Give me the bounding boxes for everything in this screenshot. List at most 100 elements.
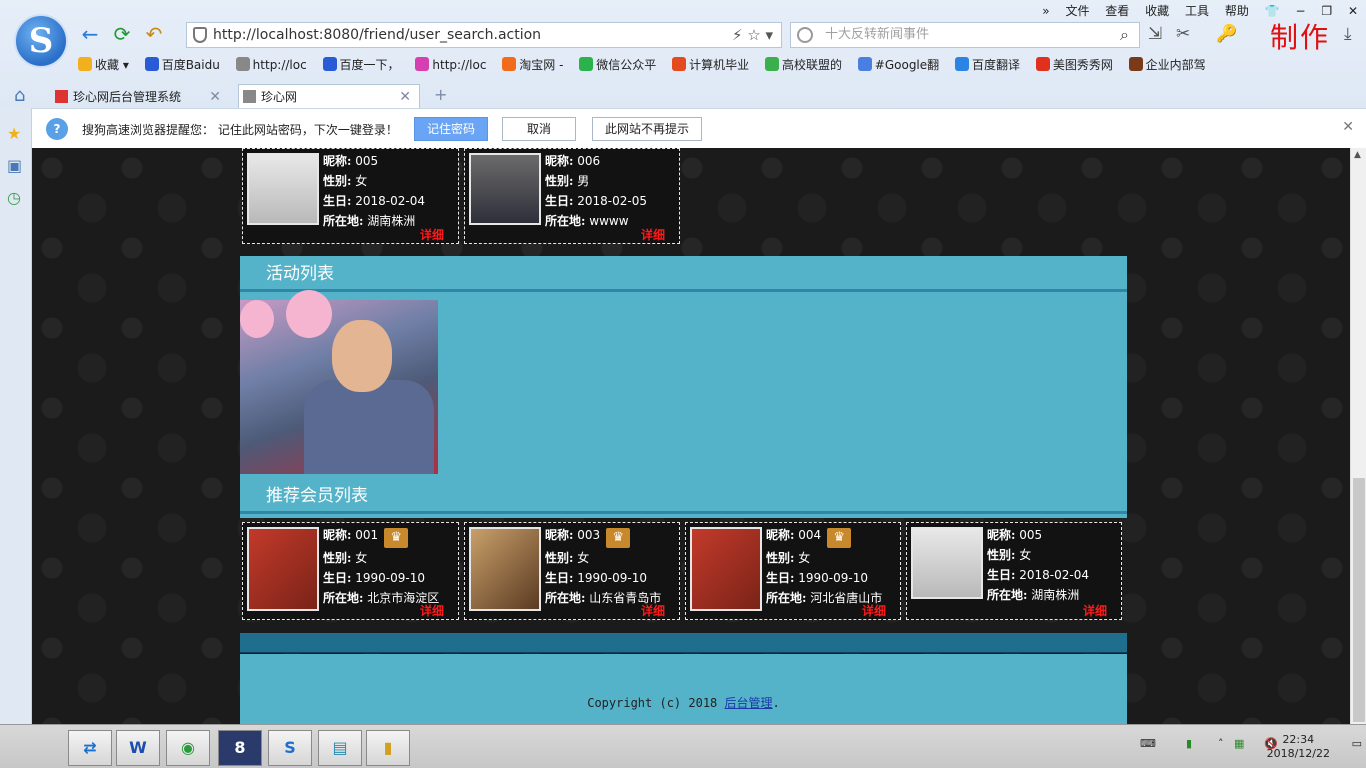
scissors-icon[interactable]: ✂ (1176, 24, 1190, 44)
remember-password-button[interactable]: 记住密码 (414, 117, 489, 141)
menu-tools[interactable]: 工具 (1185, 4, 1209, 18)
undo-icon[interactable]: ↶ (142, 22, 166, 46)
member-info: 昵称: 001 ♛ 性别: 女 生日: 1990-09-10 所在地: 北京市海淀… (323, 528, 440, 605)
menu-help[interactable]: 帮助 (1225, 4, 1249, 18)
page-favicon-icon (55, 90, 68, 103)
admin-link[interactable]: 后台管理 (725, 696, 773, 710)
vertical-scrollbar[interactable]: ▲ (1350, 148, 1366, 724)
battery-icon[interactable]: ▮ (1186, 737, 1192, 750)
search-icon[interactable]: ⌕ (1120, 23, 1129, 47)
menu-view[interactable]: 查看 (1105, 4, 1129, 18)
bookmark-item[interactable]: 计算机毕业 (672, 56, 749, 73)
notepad-icon[interactable]: ▤ (318, 730, 362, 766)
copyright-text: Copyright (c) 2018 (587, 696, 725, 710)
scroll-up-icon[interactable]: ▲ (1354, 150, 1361, 160)
cancel-button[interactable]: 取消 (502, 117, 576, 141)
network-icon[interactable]: ▦ (1234, 737, 1244, 750)
overlay-text: 制作 (1270, 21, 1331, 54)
detail-link[interactable]: 详细 (1083, 602, 1107, 619)
scroll-thumb[interactable] (1353, 478, 1365, 722)
sogou-search-icon (797, 27, 813, 43)
member-card[interactable]: 昵称: 004 ♛ 性别: 女 生日: 1990-09-10 所在地: 河北省唐山… (685, 522, 901, 620)
user-info: 昵称: 005 性别: 女 生日: 2018-02-04 所在地: 湖南株洲 (323, 154, 426, 228)
bookmark-item[interactable]: #Google翻 (857, 56, 939, 73)
user-card[interactable]: 昵称: 005 性别: 女 生日: 2018-02-04 所在地: 湖南株洲 详… (242, 148, 459, 244)
bookmark-item[interactable]: 高校联盟的 (764, 56, 842, 73)
clock-icon[interactable]: ◷ (7, 188, 21, 207)
tab-zhenxin[interactable]: 珍心网 ✕ (238, 84, 420, 108)
address-tools-icon[interactable]: ⚡ ☆ ▾ (732, 23, 773, 47)
refresh-icon[interactable]: ⟳ (110, 22, 134, 46)
sogou-browser-task-icon[interactable]: S (268, 730, 312, 766)
new-tab-icon[interactable]: + (434, 85, 447, 104)
back-arrow-icon[interactable]: ← (78, 22, 102, 46)
bookmark-item[interactable]: 美图秀秀网 (1035, 56, 1113, 73)
bookmark-item[interactable]: 百度Baidu (144, 56, 220, 73)
taskbar: ⇄ W ◉ 8 S ▤ ▮ ⌨ ▮ ˄ ▦ 🔇 22:34 2018/12/22… (0, 724, 1366, 768)
detail-link[interactable]: 详细 (862, 602, 886, 619)
clock-time: 22:34 (1282, 733, 1315, 746)
member-avatar[interactable] (247, 527, 319, 611)
member-card[interactable]: 昵称: 001 ♛ 性别: 女 生日: 1990-09-10 所在地: 北京市海淀… (242, 522, 459, 620)
member-avatar[interactable] (469, 527, 541, 611)
show-desktop-icon[interactable]: ▭ (1352, 737, 1362, 750)
extension-icon[interactable]: ⇲ (1148, 24, 1162, 44)
bookmark-item[interactable]: http://loc (235, 57, 307, 72)
close-icon[interactable]: ✕ (1342, 119, 1354, 135)
member-avatar[interactable] (911, 527, 983, 599)
detail-link[interactable]: 详细 (641, 602, 665, 619)
star-icon[interactable]: ★ (7, 124, 21, 143)
menu-more-icon[interactable]: » (1042, 4, 1049, 18)
footer-bar (240, 633, 1127, 653)
detail-link[interactable]: 详细 (420, 226, 444, 243)
tab-admin[interactable]: 珍心网后台管理系统 ✕ (50, 84, 230, 108)
activities-title: 活动列表 (240, 256, 1127, 292)
search-box[interactable]: 十大反转新闻事件 ⌕ (790, 22, 1140, 48)
bookmark-item[interactable]: 淘宝网 - (502, 56, 563, 73)
tray-expand-icon[interactable]: ˄ (1218, 737, 1224, 750)
eclipse-icon[interactable]: 8 (218, 730, 262, 766)
folder-icon[interactable]: ▮ (366, 730, 410, 766)
user-card[interactable]: 昵称: 006 性别: 男 生日: 2018-02-05 所在地: wwww 详… (464, 148, 680, 244)
bookmark-item[interactable]: 收藏 ▾ (78, 56, 129, 73)
user-info: 昵称: 006 性别: 男 生日: 2018-02-05 所在地: wwww (545, 154, 648, 228)
tab-label: 珍心网后台管理系统 (73, 90, 182, 104)
detail-link[interactable]: 详细 (641, 226, 665, 243)
close-tab-icon[interactable]: ✕ (399, 85, 411, 109)
member-card[interactable]: 昵称: 005 性别: 女 生日: 2018-02-04 所在地: 湖南株洲 详… (906, 522, 1122, 620)
key-icon[interactable]: 🔑 (1216, 24, 1237, 44)
balloon-shape (286, 290, 332, 338)
clock[interactable]: 22:34 2018/12/22 (1267, 733, 1330, 761)
reader-icon[interactable]: ▣ (7, 156, 22, 175)
menu-favorites[interactable]: 收藏 (1145, 4, 1169, 18)
activities-section: 活动列表 (240, 256, 1127, 478)
bookmark-item[interactable]: 百度一下， (322, 56, 400, 73)
activity-image[interactable] (240, 290, 438, 474)
search-placeholder: 十大反转新闻事件 (825, 27, 930, 42)
member-avatar[interactable] (690, 527, 762, 611)
close-tab-icon[interactable]: ✕ (209, 85, 221, 109)
download-icon[interactable]: ⤓ (1344, 24, 1352, 44)
member-info: 昵称: 004 ♛ 性别: 女 生日: 1990-09-10 所在地: 河北省唐山… (766, 528, 883, 605)
menu-file[interactable]: 文件 (1065, 4, 1089, 18)
bookmark-item[interactable]: 企业内部驾 (1128, 56, 1206, 73)
tab-label: 珍心网 (261, 90, 298, 104)
user-avatar[interactable] (469, 153, 541, 225)
keyboard-icon[interactable]: ⌨ (1140, 737, 1156, 750)
teamviewer-icon[interactable]: ⇄ (68, 730, 112, 766)
user-avatar[interactable] (247, 153, 319, 225)
home-icon[interactable]: ⌂ (14, 85, 25, 106)
member-card[interactable]: 昵称: 003 ♛ 性别: 女 生日: 1990-09-10 所在地: 山东省青岛… (464, 522, 680, 620)
balloon-shape (240, 300, 274, 338)
bookmark-item[interactable]: 百度翻译 (954, 56, 1020, 73)
never-remind-button[interactable]: 此网站不再提示 (592, 117, 703, 141)
notice-text: 搜狗高速浏览器提醒您： 记住此网站密码，下次一键登录！ (82, 123, 398, 137)
word-icon[interactable]: W (116, 730, 160, 766)
close-window-icon[interactable]: ✕ (1348, 4, 1358, 18)
detail-link[interactable]: 详细 (420, 602, 444, 619)
bookmark-item[interactable]: 微信公众平 (579, 56, 656, 73)
address-bar[interactable]: http://localhost:8080/friend/user_search… (186, 22, 782, 48)
sogou-browser-logo-icon[interactable]: S (14, 14, 68, 68)
sync-app-icon[interactable]: ◉ (166, 730, 210, 766)
bookmark-item[interactable]: http://loc (415, 57, 486, 72)
